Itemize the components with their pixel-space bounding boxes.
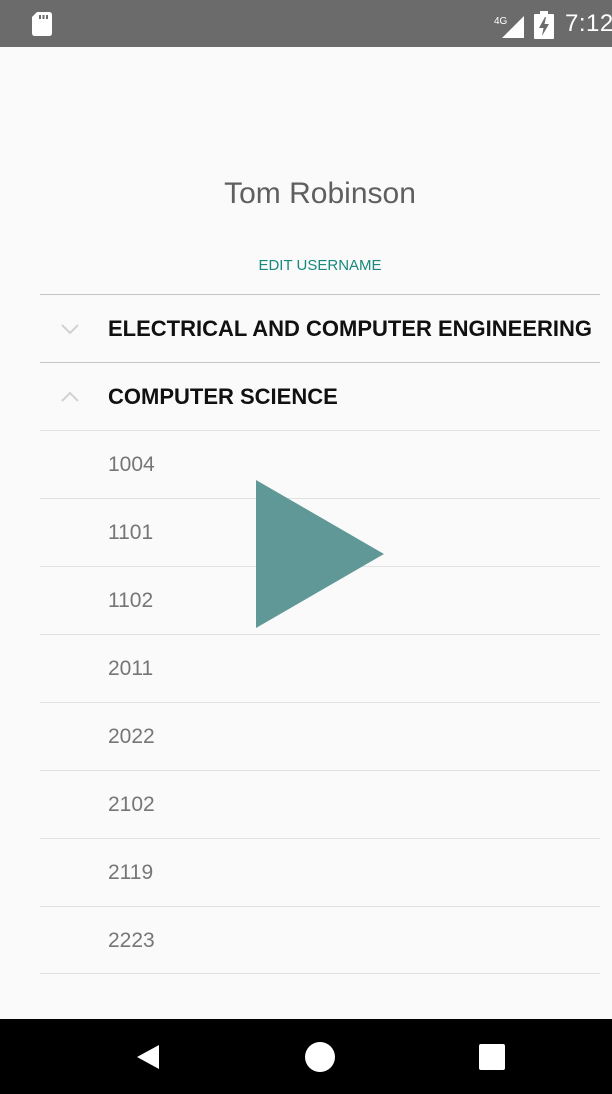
network-type-label: 4G <box>494 16 508 27</box>
course-item-2119[interactable]: 2119 <box>40 839 600 906</box>
username-text: Tom Robinson <box>224 177 416 210</box>
play-icon[interactable] <box>256 480 384 628</box>
course-item-2022[interactable]: 2022 <box>40 703 600 770</box>
group-title: ELECTRICAL AND COMPUTER ENGINEERING <box>108 316 593 341</box>
signal-icon: 4G <box>494 16 524 38</box>
course-number: 1004 <box>108 453 155 476</box>
status-clock: 7:12 <box>565 10 612 37</box>
course-number: 2223 <box>108 929 155 952</box>
home-icon[interactable] <box>304 1041 336 1073</box>
chevron-up-icon <box>61 391 79 402</box>
course-number: 2011 <box>108 657 154 680</box>
course-number: 2102 <box>108 793 155 816</box>
recents-icon[interactable] <box>476 1041 508 1073</box>
course-number: 1102 <box>108 589 154 612</box>
course-number: 2119 <box>108 861 154 884</box>
navigation-bar <box>0 1019 612 1094</box>
course-number: 1101 <box>108 521 154 544</box>
course-item-2223[interactable]: 2223 <box>40 907 600 974</box>
list-divider <box>40 973 600 974</box>
group-title: COMPUTER SCIENCE <box>108 384 338 409</box>
chevron-down-icon <box>61 324 79 335</box>
group-header-computer-science[interactable]: COMPUTER SCIENCE <box>40 363 600 430</box>
back-icon[interactable] <box>132 1041 164 1073</box>
course-number: 2022 <box>108 725 155 748</box>
status-bar: 4G 7:12 <box>0 0 612 47</box>
edit-username-button[interactable]: EDIT USERNAME <box>0 256 612 276</box>
sd-card-icon <box>32 12 52 36</box>
battery-charging-icon <box>534 11 554 39</box>
course-item-2102[interactable]: 2102 <box>40 771 600 838</box>
group-header-electrical-computer-engineering[interactable]: ELECTRICAL AND COMPUTER ENGINEERING <box>40 295 600 362</box>
course-item-2011[interactable]: 2011 <box>40 635 600 702</box>
